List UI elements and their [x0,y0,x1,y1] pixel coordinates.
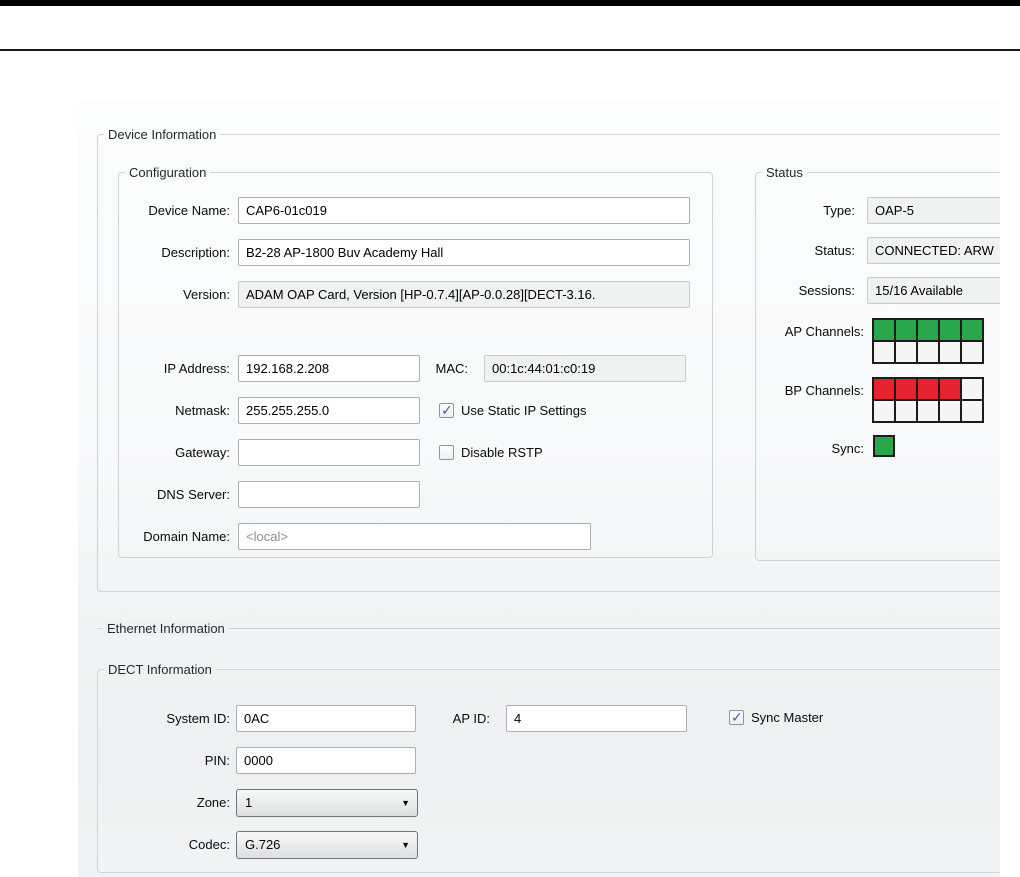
ap-channel-cell [894,340,918,364]
ap-id-field[interactable]: 4 [506,705,687,732]
type-field: OAP-5 [867,197,1000,224]
ap-channel-cell [872,318,896,342]
ap-channels-grid [872,318,984,364]
sync-master-label: Sync Master [751,710,824,725]
dropdown-arrow-icon: ▼ [401,840,410,850]
description-field[interactable]: B2-28 AP-1800 Buv Academy Hall [238,239,690,266]
disable-rstp-checkbox[interactable]: ✓ [439,445,454,460]
zone-dropdown[interactable]: 1 ▼ [236,789,418,817]
ethernet-information-title: Ethernet Information [103,621,229,636]
ip-address-field[interactable]: 192.168.2.208 [238,355,420,382]
bp-channel-cell [894,377,918,401]
ethernet-information-group: Ethernet Information [97,621,1000,636]
gateway-label: Gateway: [175,445,230,460]
dns-server-field[interactable] [238,481,420,508]
system-id-label: System ID: [166,711,230,726]
bp-channel-cell [894,399,918,423]
ap-channel-cell [938,340,962,364]
device-name-label: Device Name: [148,203,230,218]
checkmark-icon: ✓ [441,402,453,418]
status-group: Status [755,165,1000,561]
dns-server-label: DNS Server: [157,487,230,502]
ap-channel-cell [894,318,918,342]
zone-label: Zone: [196,795,230,810]
ap-channel-cell [916,340,940,364]
device-config-panel: Device Information Configuration Device … [78,100,1000,877]
version-field: ADAM OAP Card, Version [HP-0.7.4][AP-0.0… [238,281,690,308]
version-label: Version: [183,287,230,302]
status-title: Status [762,165,807,180]
domain-name-field[interactable]: <local> [238,523,591,550]
netmask-label: Netmask: [175,403,230,418]
dropdown-arrow-icon: ▼ [401,798,410,808]
sync-label: Sync: [831,441,864,456]
top-black-bar [0,0,1020,6]
bp-channel-cell [916,377,940,401]
sessions-label: Sessions: [798,283,855,298]
mac-field: 00:1c:44:01:c0:19 [484,355,686,382]
bp-channel-cell [938,377,962,401]
ap-channel-cell [916,318,940,342]
ap-channel-cell [960,340,984,364]
mac-label: MAC: [435,361,469,376]
zone-dropdown-value: 1 [245,795,253,810]
status-label: Status: [814,243,855,258]
bp-channel-cell [938,399,962,423]
configuration-title: Configuration [125,165,211,180]
sync-indicator [873,435,895,457]
bp-channel-cell [960,377,984,401]
domain-name-label: Domain Name: [143,529,230,544]
type-label: Type: [823,203,855,218]
ap-id-label: AP ID: [452,711,490,726]
device-name-field[interactable]: CAP6-01c019 [238,197,690,224]
sync-master-checkbox[interactable]: ✓ [729,709,744,725]
pin-label: PIN: [204,753,230,768]
pin-field[interactable]: 0000 [236,747,416,774]
header-rule [0,49,1020,51]
ap-channel-cell [872,340,896,364]
page: Device Information Configuration Device … [0,0,1020,877]
bp-channel-cell [872,377,896,401]
bp-channels-grid [872,377,984,423]
device-information-title: Device Information [104,127,221,142]
bp-channels-label: BP Channels: [784,383,864,398]
netmask-field[interactable]: 255.255.255.0 [238,397,420,424]
use-static-ip-checkbox[interactable]: ✓ [439,402,454,418]
codec-dropdown[interactable]: G.726 ▼ [236,831,418,859]
dect-information-group: DECT Information [97,662,1000,873]
gateway-field[interactable] [238,439,420,466]
bp-channel-cell [916,399,940,423]
ap-channels-label: AP Channels: [784,324,864,339]
dect-information-title: DECT Information [104,662,216,677]
system-id-field[interactable]: 0AC [236,705,416,732]
description-label: Description: [161,245,230,260]
use-static-ip-label: Use Static IP Settings [461,403,587,418]
checkmark-icon: ✓ [731,709,743,725]
status-field: CONNECTED: ARW [867,237,1000,264]
ip-address-label: IP Address: [163,361,230,376]
disable-rstp-label: Disable RSTP [461,445,543,460]
sessions-field: 15/16 Available [867,277,1000,304]
ap-channel-cell [938,318,962,342]
codec-dropdown-value: G.726 [245,837,281,852]
codec-label: Codec: [188,837,230,852]
bp-channel-cell [960,399,984,423]
ap-channel-cell [960,318,984,342]
bp-channel-cell [872,399,896,423]
